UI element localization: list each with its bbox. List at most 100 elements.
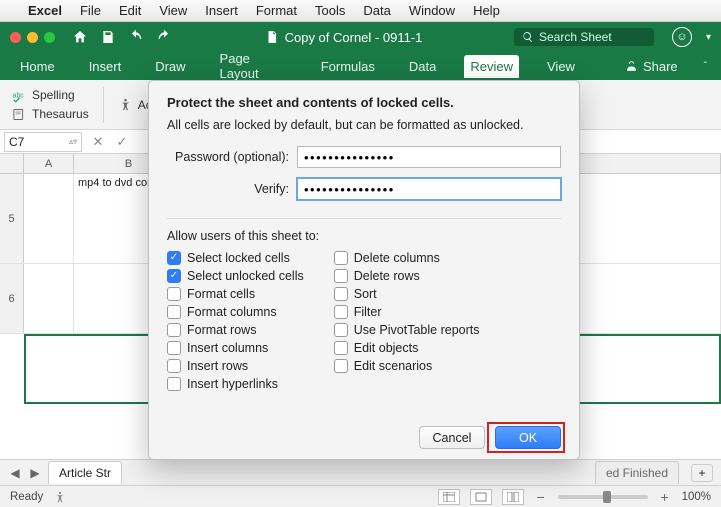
perm-select-unlocked-cells[interactable]: Select unlocked cells [167,269,304,283]
perm-sort[interactable]: Sort [334,287,480,301]
save-icon[interactable] [99,28,117,46]
home-icon[interactable] [71,28,89,46]
checkbox-icon[interactable] [167,269,181,283]
share-button[interactable]: Share [625,59,678,74]
perm-edit-scenarios[interactable]: Edit scenarios [334,359,480,373]
perm-select-locked-cells[interactable]: Select locked cells [167,251,304,265]
tab-formulas[interactable]: Formulas [315,55,381,78]
perm-format-rows[interactable]: Format rows [167,323,304,337]
perm-label: Format cells [187,287,255,301]
zoom-level[interactable]: 100% [682,491,711,503]
titlebar-caret-icon[interactable]: ▾ [706,32,711,43]
sheet-tab-inactive[interactable]: ed Finished [595,461,679,484]
checkbox-icon[interactable] [334,341,348,355]
cancel-formula-icon[interactable]: ✕ [86,134,110,150]
feedback-icon[interactable]: ☺ [672,27,692,47]
window-controls [10,32,55,43]
minimize-window-button[interactable] [27,32,38,43]
perm-label: Delete columns [354,251,440,265]
perm-format-columns[interactable]: Format columns [167,305,304,319]
add-sheet-button[interactable]: + [691,464,713,482]
verify-input[interactable] [297,178,561,200]
checkbox-icon[interactable] [167,323,181,337]
view-page-layout-button[interactable] [470,489,492,505]
search-placeholder: Search Sheet [539,30,612,44]
ok-button[interactable]: OK [495,426,561,449]
menu-file[interactable]: File [80,3,101,18]
checkbox-icon[interactable] [167,251,181,265]
password-label: Password (optional): [167,150,297,164]
tab-view[interactable]: View [541,55,581,78]
checkbox-icon[interactable] [334,305,348,319]
menu-view[interactable]: View [159,3,187,18]
row-header-5[interactable]: 5 [0,174,24,263]
perm-insert-columns[interactable]: Insert columns [167,341,304,355]
allow-users-label: Allow users of this sheet to: [167,229,561,243]
sheet-nav-prev-icon[interactable]: ◀ [8,466,22,480]
perm-label: Format columns [187,305,277,319]
perm-label: Use PivotTable reports [354,323,480,337]
menu-tools[interactable]: Tools [315,3,345,18]
view-normal-button[interactable] [438,489,460,505]
tab-review[interactable]: Review [464,55,519,78]
app-menu[interactable]: Excel [28,3,62,18]
tab-data[interactable]: Data [403,55,442,78]
checkbox-icon[interactable] [167,377,181,391]
menu-format[interactable]: Format [256,3,297,18]
perm-delete-rows[interactable]: Delete rows [334,269,480,283]
menu-insert[interactable]: Insert [205,3,238,18]
menu-edit[interactable]: Edit [119,3,141,18]
checkbox-icon[interactable] [334,359,348,373]
password-input[interactable] [297,146,561,168]
checkbox-icon[interactable] [334,251,348,265]
share-icon [625,60,638,73]
sheet-nav-next-icon[interactable]: ▶ [28,466,42,480]
undo-icon[interactable] [127,28,145,46]
zoom-window-button[interactable] [44,32,55,43]
perm-label: Insert hyperlinks [187,377,278,391]
zoom-out-button[interactable]: − [534,489,548,505]
protect-sheet-dialog: Protect the sheet and contents of locked… [148,80,580,460]
checkbox-icon[interactable] [167,359,181,373]
checkbox-icon[interactable] [334,269,348,283]
perm-filter[interactable]: Filter [334,305,480,319]
select-all-corner[interactable] [0,154,24,173]
perm-insert-rows[interactable]: Insert rows [167,359,304,373]
menu-data[interactable]: Data [363,3,390,18]
view-page-break-button[interactable] [502,489,524,505]
checkbox-icon[interactable] [334,287,348,301]
row-header-6[interactable]: 6 [0,264,24,333]
menu-window[interactable]: Window [409,3,455,18]
search-sheet-input[interactable]: Search Sheet [514,28,654,46]
menu-help[interactable]: Help [473,3,500,18]
tab-insert[interactable]: Insert [83,55,128,78]
spelling-button[interactable]: abc Spelling [12,88,89,103]
checkbox-icon[interactable] [167,341,181,355]
perm-insert-hyperlinks[interactable]: Insert hyperlinks [167,377,304,391]
accessibility-icon [118,97,133,112]
perm-format-cells[interactable]: Format cells [167,287,304,301]
checkbox-icon[interactable] [167,305,181,319]
name-box[interactable]: C7 ▵▿ [4,132,82,152]
perm-label: Edit scenarios [354,359,433,373]
close-window-button[interactable] [10,32,21,43]
enter-formula-icon[interactable]: ✓ [110,134,134,150]
redo-icon[interactable] [155,28,173,46]
name-box-dropdown-icon[interactable]: ▵▿ [69,137,77,146]
zoom-slider[interactable] [558,495,648,499]
checkbox-icon[interactable] [167,287,181,301]
perm-edit-objects[interactable]: Edit objects [334,341,480,355]
tab-draw[interactable]: Draw [149,55,191,78]
zoom-in-button[interactable]: + [658,489,672,505]
cancel-button[interactable]: Cancel [419,426,485,449]
perm-label: Select unlocked cells [187,269,304,283]
ribbon-collapse-icon[interactable]: ˆ [704,61,707,72]
tab-home[interactable]: Home [14,55,61,78]
thesaurus-button[interactable]: Thesaurus [12,107,89,122]
sheet-tab-active[interactable]: Article Str [48,461,122,484]
perm-use-pivottable-reports[interactable]: Use PivotTable reports [334,323,480,337]
checkbox-icon[interactable] [334,323,348,337]
perm-delete-columns[interactable]: Delete columns [334,251,480,265]
col-header-a[interactable]: A [24,154,74,173]
mac-menubar: Excel File Edit View Insert Format Tools… [0,0,721,22]
